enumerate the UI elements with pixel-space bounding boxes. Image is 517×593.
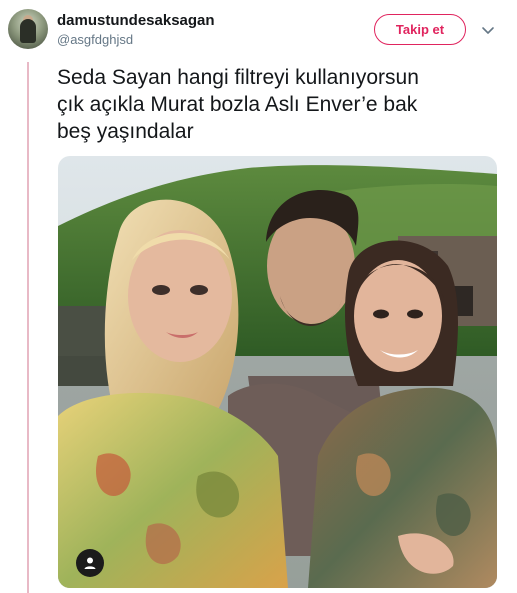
display-name[interactable]: damustundesaksagan xyxy=(57,12,215,29)
avatar-figure xyxy=(20,19,36,43)
follow-button[interactable]: Takip et xyxy=(374,14,466,45)
media-tag-badge[interactable] xyxy=(76,549,104,577)
person-icon xyxy=(84,557,96,569)
user-handle[interactable]: @asgfdghjsd xyxy=(57,32,133,47)
tweet-text: Seda Sayan hangi filtreyi kullanıyorsun … xyxy=(57,64,507,145)
tweet-text-line: beş yaşındalar xyxy=(57,120,194,143)
avatar[interactable] xyxy=(8,9,48,49)
thread-line xyxy=(27,62,29,593)
tweet-text-line: Seda Sayan hangi filtreyi kullanıyorsun xyxy=(57,66,419,89)
chevron-down-icon[interactable] xyxy=(481,23,495,37)
tweet-photo[interactable] xyxy=(58,156,497,588)
photo-illustration xyxy=(58,156,497,588)
tweet-text-line: çık açıkla Murat bozla Aslı Enver’e bak xyxy=(57,93,418,116)
